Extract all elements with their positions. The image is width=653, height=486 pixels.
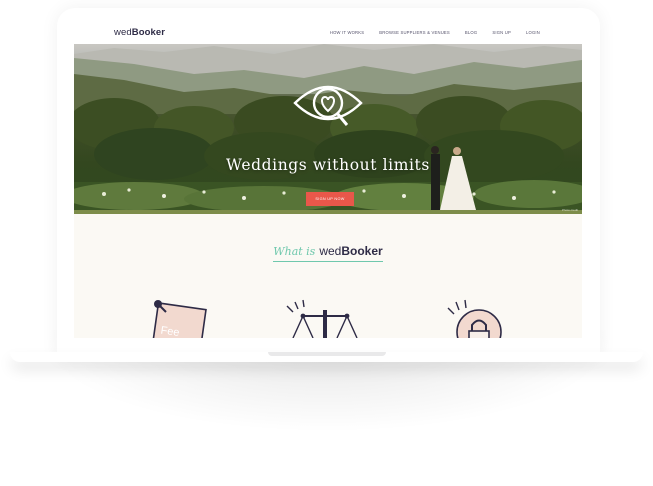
photo-credit: Photo credit [561, 208, 578, 212]
heading-brand-light: wed [319, 244, 342, 258]
website-screen: wedBooker HOW IT WORKS BROWSE SUPPLIERS … [74, 22, 582, 338]
nav-sign-up[interactable]: SIGN UP [492, 30, 511, 35]
what-is-script-text: What is [273, 245, 316, 258]
hero-banner: Weddings without limits SIGN UP NOW Phot… [74, 44, 582, 214]
padlock-icon [447, 299, 502, 338]
pinned-note-icon: Fee [151, 300, 207, 338]
nav-how-it-works[interactable]: HOW IT WORKS [330, 30, 364, 35]
note-text: Fee [160, 325, 180, 338]
logo-light: wed [114, 27, 132, 38]
nav-blog[interactable]: BLOG [465, 30, 477, 35]
scales-icon [286, 299, 358, 338]
logo-bold: Booker [131, 27, 166, 38]
eye-heart-logo-icon [293, 85, 363, 126]
nav-links: HOW IT WORKS BROWSE SUPPLIERS & VENUES B… [330, 30, 540, 35]
sign-up-now-button[interactable]: SIGN UP NOW [306, 192, 354, 206]
hero-landscape-image [74, 44, 582, 214]
nav-login[interactable]: LOGIN [526, 30, 540, 35]
site-logo[interactable]: wedBooker [114, 27, 165, 38]
top-navigation: wedBooker HOW IT WORKS BROWSE SUPPLIERS … [74, 22, 582, 44]
laptop-notch [268, 352, 386, 356]
heading-brand-bold: Booker [341, 244, 383, 258]
what-is-wedbooker-heading: What is wedBooker [74, 242, 582, 262]
nav-browse-suppliers[interactable]: BROWSE SUPPLIERS & VENUES [379, 30, 450, 35]
hero-title: Weddings without limits [226, 156, 430, 174]
